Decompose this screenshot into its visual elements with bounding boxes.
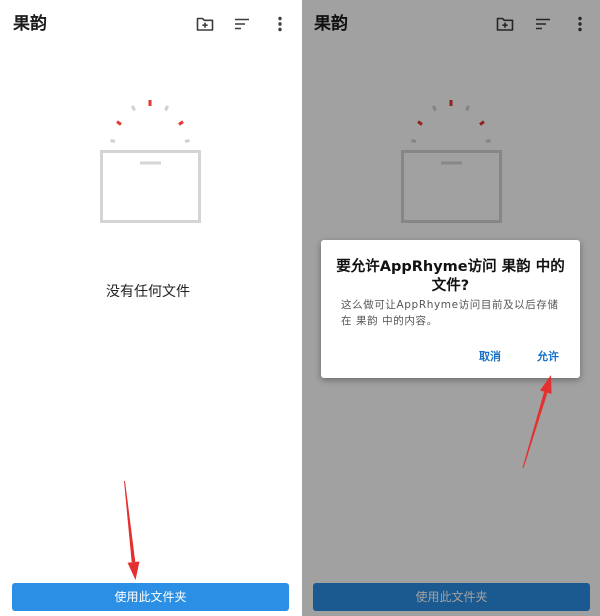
loading-dash (131, 105, 136, 112)
dialog-title: 要允许AppRhyme访问 果韵 中的 文件? (321, 258, 580, 296)
loading-dash (178, 120, 184, 126)
dialog-title-line: 要允许AppRhyme访问 果韵 中的 (336, 259, 565, 275)
loading-dash (116, 120, 122, 126)
sort-icon[interactable] (233, 15, 251, 33)
dialog-message-line: 这么做可让AppRhyme访问目前及以后存储 (341, 299, 559, 311)
more-vertical-icon[interactable] (271, 15, 289, 33)
allow-button[interactable]: 允许 (537, 349, 559, 365)
use-this-folder-button[interactable]: 使用此文件夹 (12, 583, 289, 611)
dialog-message: 这么做可让AppRhyme访问目前及以后存储 在 果韵 中的内容。 (341, 297, 559, 329)
new-folder-icon-glyph (196, 17, 214, 31)
cancel-button[interactable]: 取消 (479, 349, 501, 365)
dialog-message-line: 在 果韵 中的内容。 (341, 315, 438, 327)
more-vertical-icon-glyph (278, 16, 282, 32)
empty-folder-illustration (100, 100, 201, 223)
dialog-title-line: 文件? (431, 278, 470, 294)
sort-icon-glyph (235, 18, 249, 30)
loading-dash (184, 139, 190, 143)
file-picker-screen-permission: 果韵 使用此文件夹 要允许AppRhyme访问 果韵 中的 文件? 这么做可让A… (302, 0, 600, 616)
permission-dialog: 要允许AppRhyme访问 果韵 中的 文件? 这么做可让AppRhyme访问目… (321, 240, 580, 378)
loading-dash (110, 139, 116, 143)
new-folder-icon[interactable] (196, 15, 214, 33)
file-picker-screen-empty: 果韵 没有任何文件 使用此文件夹 (0, 0, 296, 616)
empty-state-text: 没有任何文件 (106, 284, 190, 300)
app-title: 果韵 (13, 14, 47, 34)
loading-dashes (110, 100, 190, 143)
loading-dash (164, 105, 169, 112)
